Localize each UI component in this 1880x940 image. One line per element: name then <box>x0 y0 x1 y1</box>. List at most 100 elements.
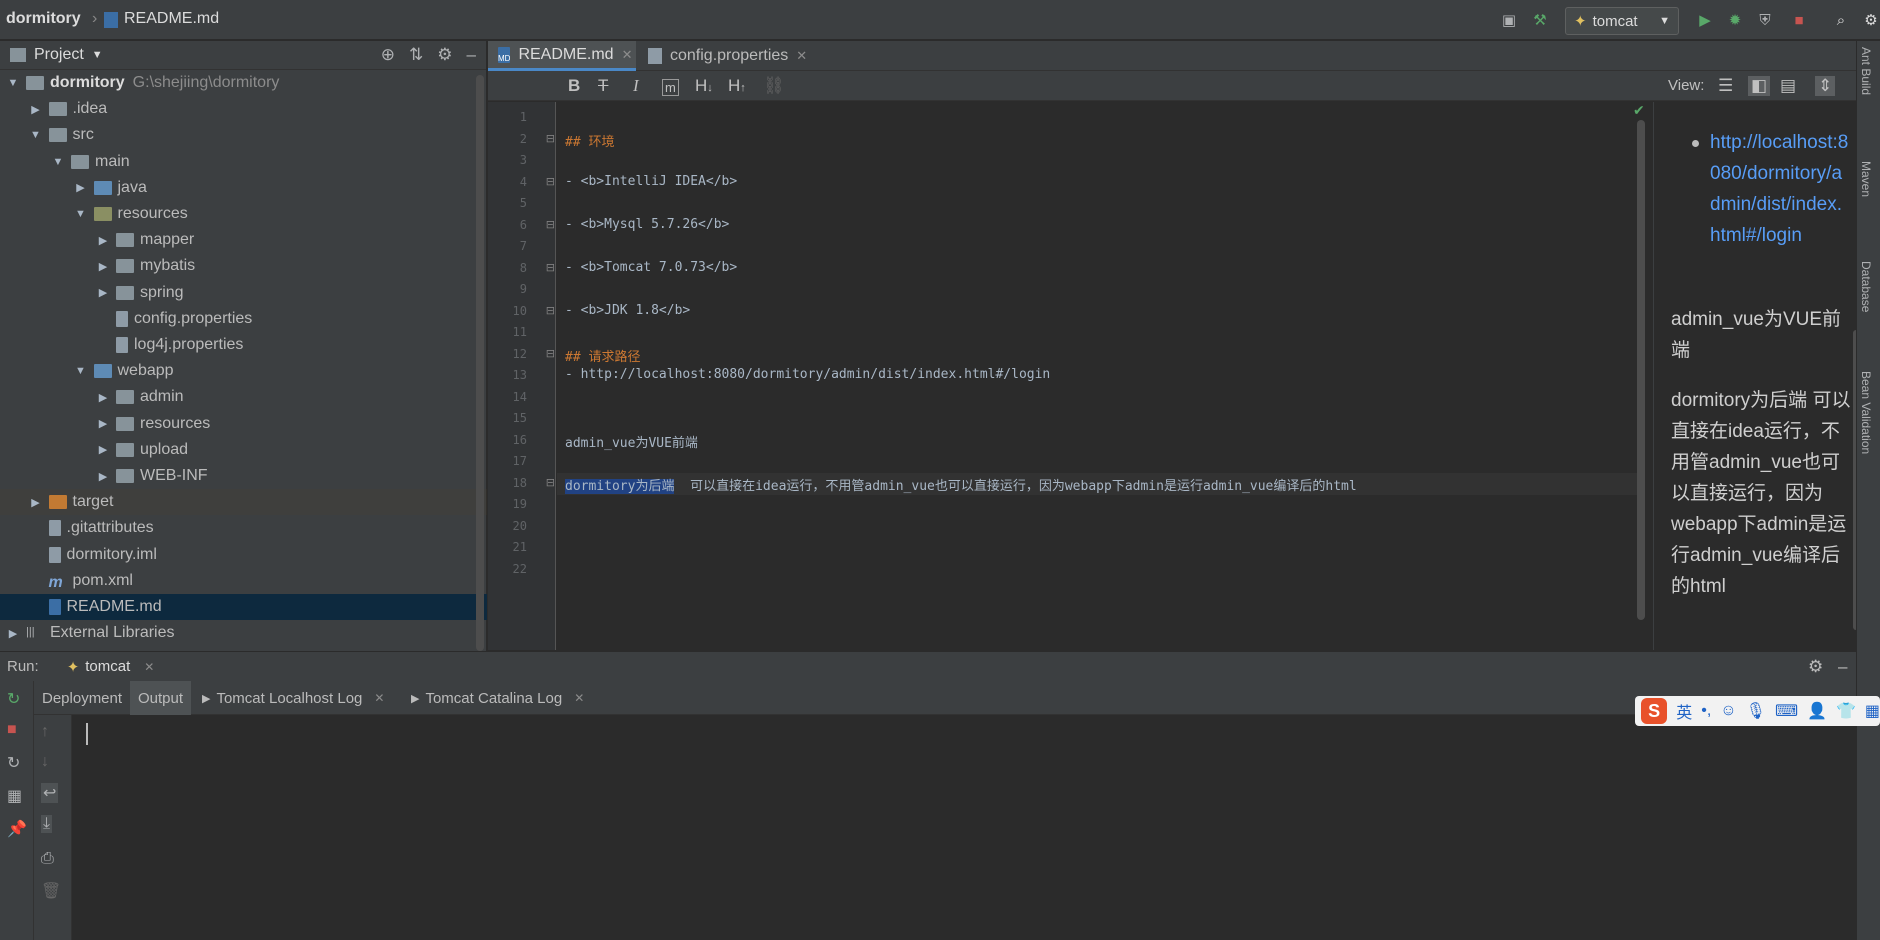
tree-item[interactable]: ▶ mybatis <box>0 253 487 279</box>
fold-marker-icon[interactable]: ⊟ <box>546 175 555 188</box>
tree-item[interactable]: ▶ admin <box>0 384 487 410</box>
editor-scrollbar[interactable] <box>1637 120 1645 620</box>
expand-arrow-right-icon[interactable]: ▶ <box>74 181 88 194</box>
fold-marker-icon[interactable]: ⊟ <box>546 476 555 489</box>
breadcrumb-file[interactable]: README.md <box>124 10 219 28</box>
console-output[interactable] <box>72 715 1856 940</box>
tree-item[interactable]: m pom.xml <box>0 568 487 594</box>
expand-arrow-right-icon[interactable]: ▶ <box>96 234 110 247</box>
italic-button[interactable]: I <box>633 76 639 96</box>
microphone-icon[interactable]: 🎙 <box>1746 701 1766 721</box>
tab-tomcat-localhost-log[interactable]: ▶ Tomcat Localhost Log ✕ <box>194 681 392 715</box>
rerun-icon[interactable]: ↻ <box>7 689 20 709</box>
locate-file-icon[interactable]: ⊕ <box>381 45 395 65</box>
tool-tab-ant-build[interactable]: Ant Build <box>1859 47 1873 95</box>
close-icon[interactable]: ✕ <box>374 691 384 705</box>
tab-deployment[interactable]: Deployment <box>34 681 130 715</box>
settings-icon[interactable]: ⚙ <box>1860 9 1880 31</box>
tab-tomcat-catalina-log[interactable]: ▶ Tomcat Catalina Log ✕ <box>403 681 592 715</box>
chevron-down-icon[interactable]: ▼ <box>92 49 103 61</box>
tree-item[interactable]: .gitattributes <box>0 515 487 541</box>
expand-arrow-right-icon[interactable]: ▶ <box>6 627 20 640</box>
update-icon[interactable]: ↻ <box>7 753 20 773</box>
expand-arrow-down-icon[interactable]: ▼ <box>29 129 43 141</box>
run-icon[interactable]: ▶ <box>1694 9 1716 31</box>
expand-arrow-right-icon[interactable]: ▶ <box>96 443 110 456</box>
tree-item[interactable]: ▶ upload <box>0 437 487 463</box>
link-icon[interactable]: ⛓ <box>763 76 785 96</box>
tree-item[interactable]: ▶ target <box>0 489 487 516</box>
stop-icon[interactable]: ■ <box>7 721 17 739</box>
tab-config-properties[interactable]: config.properties ✕ <box>638 41 818 71</box>
code-button[interactable]: m <box>662 79 679 96</box>
arrow-down-icon[interactable]: ↓ <box>41 753 49 771</box>
tree-item[interactable]: dormitory.iml <box>0 542 487 568</box>
header-down-button[interactable]: H↓ <box>695 76 713 96</box>
fold-marker-icon[interactable]: ⊟ <box>546 218 555 231</box>
tree-item[interactable]: ▼ dormitory G:\shejiing\dormitory <box>0 70 487 96</box>
hide-panel-icon[interactable]: – <box>1838 657 1847 677</box>
tree-item[interactable]: ▶ ||| External Libraries <box>0 620 487 646</box>
layout-icon[interactable]: ▦ <box>7 786 22 806</box>
expand-arrow-right-icon[interactable]: ▶ <box>96 260 110 273</box>
print-icon[interactable]: ⎙ <box>41 850 54 868</box>
soft-wrap-icon[interactable]: ↩ <box>41 783 59 803</box>
user-icon[interactable]: 👤 <box>1807 701 1827 721</box>
tree-item[interactable]: ▼ src <box>0 122 487 148</box>
gear-icon[interactable]: ⚙ <box>437 45 452 65</box>
header-up-button[interactable]: H↑ <box>728 76 746 96</box>
build-hammer-icon[interactable]: ⚒ <box>1529 9 1551 31</box>
run-configuration-select[interactable]: ✦ tomcat ▼ <box>1565 7 1679 35</box>
tree-item[interactable]: ▶ mapper <box>0 227 487 253</box>
expand-arrow-down-icon[interactable]: ▼ <box>51 156 65 168</box>
split-view-icon[interactable]: ◧ <box>1748 76 1771 96</box>
search-icon[interactable]: ⌕ <box>1830 9 1852 31</box>
project-view-title[interactable]: Project <box>34 46 84 64</box>
bold-button[interactable]: B <box>568 76 580 96</box>
scroll-to-end-icon[interactable]: ⤓ <box>41 815 53 833</box>
punctuation-icon[interactable]: •, <box>1701 702 1711 720</box>
editor-only-view-icon[interactable]: ☰ <box>1718 76 1733 96</box>
coverage-icon[interactable]: ⛨ <box>1754 9 1776 31</box>
sogou-logo-icon[interactable]: S <box>1641 698 1668 724</box>
tree-item[interactable]: README.md <box>0 594 487 620</box>
tree-item[interactable]: ▼ main <box>0 149 487 175</box>
tree-item[interactable]: ▶ spring <box>0 280 487 306</box>
arrow-up-icon[interactable]: ↑ <box>41 723 49 741</box>
tree-item[interactable]: ▼ resources <box>0 201 487 227</box>
tab-readme[interactable]: MD README.md ✕ <box>488 41 636 71</box>
close-icon[interactable]: ✕ <box>144 660 154 674</box>
structure-icon[interactable]: ▣ <box>1498 9 1520 31</box>
tab-output[interactable]: Output <box>130 681 192 715</box>
sync-scroll-icon[interactable]: ⇕ <box>1815 76 1836 96</box>
fold-marker-icon[interactable]: ⊟ <box>546 132 555 145</box>
tree-item[interactable]: ▶ .idea <box>0 96 487 122</box>
tree-item[interactable]: ▶ resources <box>0 411 487 437</box>
tool-tab-maven[interactable]: Maven <box>1859 161 1873 197</box>
tree-item[interactable]: config.properties <box>0 306 487 332</box>
strikethrough-button[interactable]: T <box>598 76 608 96</box>
expand-arrow-right-icon[interactable]: ▶ <box>96 417 110 430</box>
tool-tab-bean-validation[interactable]: Bean Validation <box>1859 371 1873 454</box>
close-icon[interactable]: ✕ <box>574 691 584 705</box>
expand-arrow-right-icon[interactable]: ▶ <box>96 470 110 483</box>
preview-link[interactable]: http://localhost:8080/dormitory/admin/di… <box>1710 127 1850 251</box>
keyboard-icon[interactable]: ⌨ <box>1775 701 1798 721</box>
stop-icon[interactable]: ■ <box>1788 9 1810 31</box>
tree-item[interactable]: ▼ webapp <box>0 358 487 384</box>
expand-arrow-down-icon[interactable]: ▼ <box>74 365 88 377</box>
expand-arrow-right-icon[interactable]: ▶ <box>96 286 110 299</box>
expand-arrow-down-icon[interactable]: ▼ <box>74 208 88 220</box>
expand-arrow-right-icon[interactable]: ▶ <box>29 103 43 116</box>
expand-arrow-down-icon[interactable]: ▼ <box>6 77 20 89</box>
expand-arrow-right-icon[interactable]: ▶ <box>29 496 43 509</box>
skin-icon[interactable]: 👕 <box>1836 701 1856 721</box>
code-editor[interactable]: ## 环境 - <b>IntelliJ IDEA</b> - <b>Mysql 5.… <box>557 102 1640 650</box>
breadcrumb-project[interactable]: dormitory <box>6 10 81 28</box>
tree-item[interactable]: ▶ WEB-INF <box>0 463 487 489</box>
close-icon[interactable]: ✕ <box>796 48 807 64</box>
debug-icon[interactable]: ✹ <box>1724 9 1746 31</box>
trash-icon[interactable]: 🗑 <box>41 881 61 901</box>
project-scrollbar[interactable] <box>476 75 484 651</box>
tree-item[interactable]: log4j.properties <box>0 332 487 358</box>
